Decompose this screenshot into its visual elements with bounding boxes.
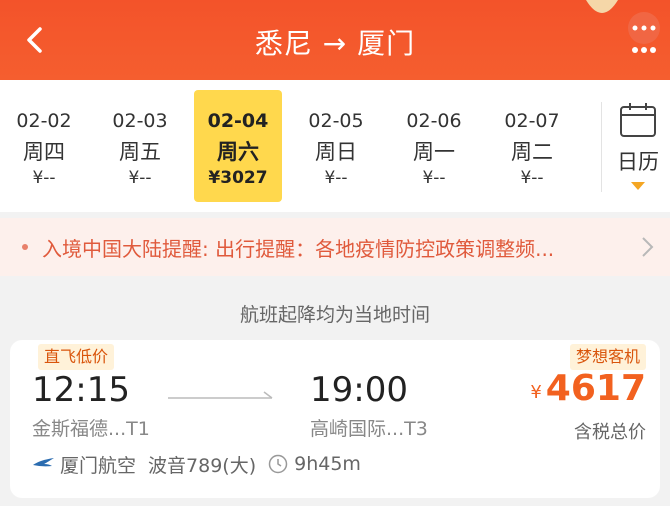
weekday-label: 周一: [413, 140, 455, 164]
weekday-label: 周五: [119, 140, 161, 164]
date-item[interactable]: 02-05 周日 ¥--: [292, 90, 380, 202]
weekday-label: 周日: [315, 140, 357, 164]
price-note: 含税总价: [574, 422, 646, 443]
decoration-icon: [586, 0, 618, 13]
date-item[interactable]: 02-07 周二 ¥--: [488, 90, 576, 202]
top-bar: 悉尼 → 厦门: [0, 0, 670, 80]
weekday-label: 周四: [23, 140, 65, 164]
date-label: 02-02: [16, 110, 72, 132]
date-item[interactable]: 02-02 周四 ¥--: [0, 90, 88, 202]
airline-row: 厦门航空 波音789(大) 9h45m: [32, 450, 361, 478]
date-label: 02-03: [112, 110, 168, 132]
date-price: ¥--: [128, 168, 152, 188]
triangle-down-icon: [631, 182, 645, 190]
chevron-right-icon: [642, 237, 654, 257]
price-amount: 4617: [545, 368, 646, 409]
flight-card[interactable]: 直飞低价 梦想客机 12:15 19:00 金斯福德...T1 高崎国际...T…: [10, 340, 660, 498]
calendar-label: 日历: [617, 150, 659, 174]
airline-logo-icon: [33, 458, 54, 467]
currency-symbol: ¥: [530, 382, 542, 403]
direct-low-price-tag: 直飞低价: [38, 344, 115, 370]
date-label: 02-05: [308, 110, 364, 132]
weekday-label: 周六: [217, 140, 259, 164]
aircraft-model: 波音789(大): [148, 454, 257, 477]
bullet-dot: [22, 244, 28, 250]
date-price: ¥3027: [208, 168, 268, 188]
date-label: 02-07: [504, 110, 560, 132]
departure-airport: 金斯福德...T1: [32, 418, 150, 440]
divider: [601, 102, 602, 192]
flight-duration: 9h45m: [294, 453, 361, 475]
date-price: ¥--: [422, 168, 446, 188]
next-card-edge: [0, 506, 670, 520]
date-price: ¥--: [520, 168, 544, 188]
date-label: 02-06: [406, 110, 462, 132]
date-label: 02-04: [207, 110, 269, 132]
notice-text: 入境中国大陆提醒: 出行提醒：各地疫情防控政策调整频...: [42, 237, 555, 261]
calendar-icon: [620, 103, 656, 137]
more-dots-icon[interactable]: [622, 8, 666, 70]
timezone-note: 航班起降均为当地时间: [239, 304, 430, 326]
arrival-airport: 高崎国际...T3: [310, 418, 428, 440]
date-item[interactable]: 02-06 周一 ¥--: [390, 90, 478, 202]
calendar-button[interactable]: 日历: [606, 102, 670, 202]
date-price: ¥--: [32, 168, 56, 188]
price: ¥4617: [530, 368, 646, 409]
departure-time: 12:15: [32, 370, 130, 410]
clock-icon: [268, 454, 288, 474]
date-price: ¥--: [324, 168, 348, 188]
date-item[interactable]: 02-03 周五 ¥--: [96, 90, 184, 202]
date-selector: 02-02 周四 ¥-- 02-03 周五 ¥-- 02-04 周六 ¥3027…: [0, 80, 670, 212]
notice-bar[interactable]: 入境中国大陆提醒: 出行提醒：各地疫情防控政策调整频...: [0, 218, 670, 276]
date-item-selected[interactable]: 02-04 周六 ¥3027: [194, 90, 282, 202]
weekday-label: 周二: [511, 140, 553, 164]
aircraft-tag: 梦想客机: [569, 344, 646, 370]
arrow-right-icon: [168, 391, 273, 399]
page-title: 悉尼 → 厦门: [254, 27, 416, 60]
airline-name: 厦门航空: [60, 454, 137, 477]
arrival-time: 19:00: [310, 370, 408, 410]
